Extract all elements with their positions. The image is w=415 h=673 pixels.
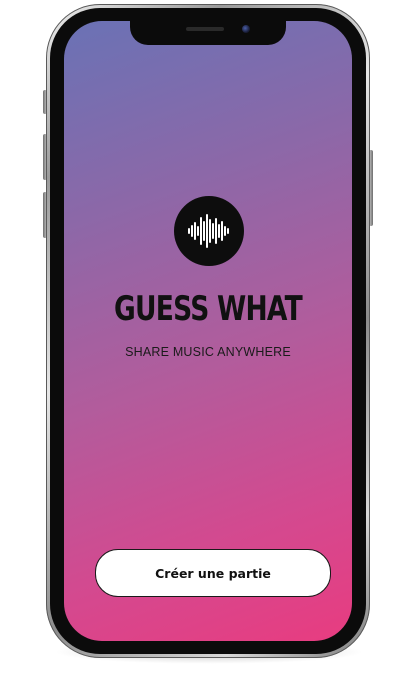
app-tagline: SHARE MUSIC ANYWHERE (125, 345, 291, 359)
app-logo (174, 196, 244, 266)
app-title: GUESS WHAT (114, 289, 303, 329)
app-screen: GUESS WHAT SHARE MUSIC ANYWHERE Créer un… (64, 21, 352, 641)
audio-waveform-icon (188, 214, 229, 248)
device-mockup: GUESS WHAT SHARE MUSIC ANYWHERE Créer un… (0, 0, 415, 673)
earpiece-speaker (186, 27, 224, 31)
phone-notch (130, 21, 286, 45)
front-camera (242, 25, 250, 33)
create-game-button[interactable]: Créer une partie (95, 549, 331, 597)
